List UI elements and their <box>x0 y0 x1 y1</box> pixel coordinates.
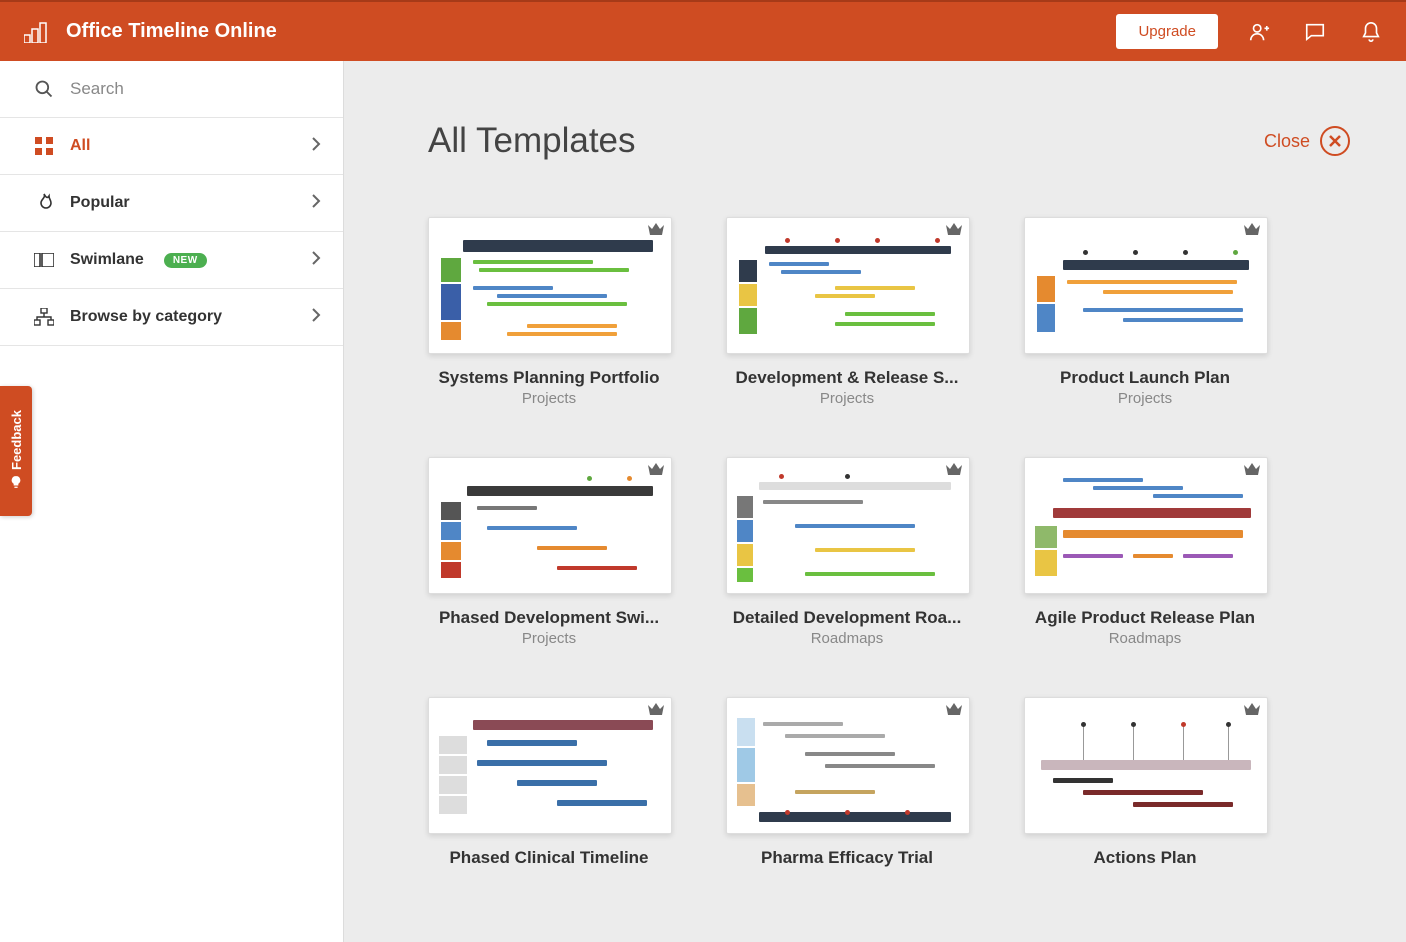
page-title: All Templates <box>428 121 1264 161</box>
header-icon-group <box>1248 21 1382 43</box>
app-header: Office Timeline Online Upgrade <box>0 0 1406 61</box>
search-icon <box>34 79 54 99</box>
template-thumbnail <box>1024 457 1268 594</box>
sidebar-item-popular[interactable]: Popular <box>0 175 343 232</box>
template-title: Pharma Efficacy Trial <box>726 848 968 868</box>
template-title: Development & Release S... <box>726 368 968 388</box>
template-category: Projects <box>726 390 968 407</box>
close-icon <box>1320 126 1350 156</box>
crown-icon <box>945 702 963 721</box>
sidebar-item-all[interactable]: All <box>0 118 343 175</box>
add-user-icon[interactable] <box>1248 21 1270 43</box>
template-title: Phased Development Swi... <box>428 608 670 628</box>
template-thumbnail <box>726 217 970 354</box>
sidebar-item-swimlane[interactable]: Swimlane NEW <box>0 232 343 289</box>
sidebar-search[interactable] <box>0 61 343 118</box>
feedback-label: Feedback <box>9 410 24 470</box>
template-title: Phased Clinical Timeline <box>428 848 670 868</box>
grid-icon <box>34 137 54 155</box>
swimlane-icon <box>34 253 54 267</box>
chevron-right-icon <box>311 307 321 328</box>
template-card[interactable]: Product Launch Plan Projects <box>1024 217 1266 407</box>
template-card[interactable]: Development & Release S... Projects <box>726 217 968 407</box>
template-category: Roadmaps <box>726 630 968 647</box>
sidebar-item-label: Popular <box>70 194 295 212</box>
app-title: Office Timeline Online <box>66 20 277 43</box>
template-category: Roadmaps <box>1024 630 1266 647</box>
app-logo-icon <box>24 21 50 43</box>
chevron-right-icon <box>311 250 321 271</box>
template-thumbnail <box>428 217 672 354</box>
flame-icon <box>34 193 54 213</box>
crown-icon <box>945 462 963 481</box>
template-thumbnail <box>428 457 672 594</box>
sidebar: All Popular Swimlane NEW <box>0 61 344 942</box>
chat-icon[interactable] <box>1304 21 1326 43</box>
lightbulb-icon <box>9 475 23 492</box>
template-category: Projects <box>428 630 670 647</box>
template-card[interactable]: Phased Clinical Timeline <box>428 697 670 870</box>
template-title: Agile Product Release Plan <box>1024 608 1266 628</box>
crown-icon <box>647 702 665 721</box>
chevron-right-icon <box>311 136 321 157</box>
crown-icon <box>945 222 963 241</box>
template-card[interactable]: Systems Planning Portfolio Projects <box>428 217 670 407</box>
crown-icon <box>647 462 665 481</box>
sidebar-item-label: Browse by category <box>70 308 295 326</box>
template-card[interactable]: Detailed Development Roa... Roadmaps <box>726 457 968 647</box>
logo-block[interactable]: Office Timeline Online <box>24 20 277 43</box>
template-thumbnail <box>726 457 970 594</box>
chevron-right-icon <box>311 193 321 214</box>
crown-icon <box>1243 462 1261 481</box>
crown-icon <box>647 222 665 241</box>
template-card[interactable]: Phased Development Swi... Projects <box>428 457 670 647</box>
template-title: Product Launch Plan <box>1024 368 1266 388</box>
template-thumbnail <box>1024 217 1268 354</box>
main-content: All Templates Close <box>344 61 1406 942</box>
crown-icon <box>1243 702 1261 721</box>
template-title: Detailed Development Roa... <box>726 608 968 628</box>
sidebar-item-label: Swimlane <box>70 251 144 269</box>
template-thumbnail <box>1024 697 1268 834</box>
template-card[interactable]: Actions Plan <box>1024 697 1266 870</box>
close-label: Close <box>1264 131 1310 152</box>
template-grid: Systems Planning Portfolio Projects <box>428 217 1350 870</box>
search-input[interactable] <box>68 78 327 100</box>
template-card[interactable]: Agile Product Release Plan Roadmaps <box>1024 457 1266 647</box>
feedback-tab[interactable]: Feedback <box>0 386 32 516</box>
new-badge: NEW <box>164 253 207 268</box>
bell-icon[interactable] <box>1360 21 1382 43</box>
hierarchy-icon <box>34 308 54 326</box>
crown-icon <box>1243 222 1261 241</box>
template-category: Projects <box>1024 390 1266 407</box>
close-button[interactable]: Close <box>1264 126 1350 156</box>
template-category: Projects <box>428 390 670 407</box>
template-thumbnail <box>428 697 672 834</box>
upgrade-button[interactable]: Upgrade <box>1116 14 1218 49</box>
template-title: Systems Planning Portfolio <box>428 368 670 388</box>
sidebar-item-browse[interactable]: Browse by category <box>0 289 343 346</box>
template-title: Actions Plan <box>1024 848 1266 868</box>
template-card[interactable]: Pharma Efficacy Trial <box>726 697 968 870</box>
template-thumbnail <box>726 697 970 834</box>
sidebar-item-label: All <box>70 137 295 155</box>
